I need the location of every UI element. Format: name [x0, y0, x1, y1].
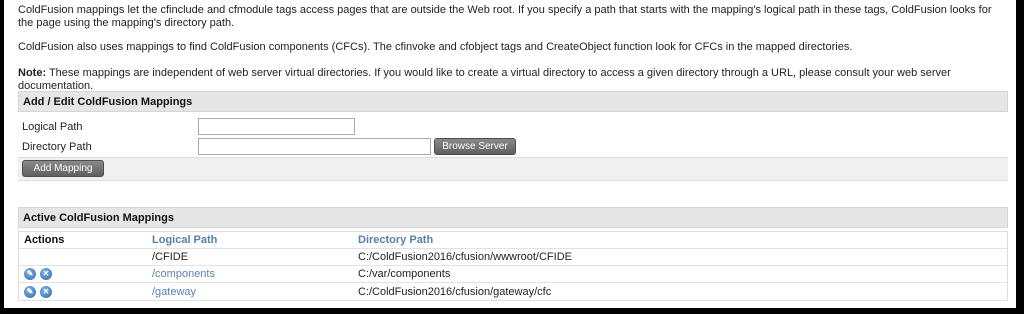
directory-path-column-header: Directory Path	[358, 234, 434, 246]
row-directory-path: C:/ColdFusion2016/cfusion/gateway/cfc	[358, 285, 552, 298]
row-directory-path: C:/var/components	[358, 268, 451, 280]
delete-icon[interactable]: ✕	[40, 268, 52, 280]
intro-paragraph-2: ColdFusion also uses mappings to find Co…	[18, 41, 853, 53]
row-logical-path-link[interactable]: /gateway	[148, 286, 354, 298]
browse-server-button[interactable]: Browse Server	[434, 138, 516, 155]
intro-paragraph-1: ColdFusion mappings let the cfinclude an…	[18, 4, 992, 29]
row-directory-path: C:/ColdFusion2016/cfusion/wwwroot/CFIDE	[358, 251, 572, 263]
logical-path-input[interactable]	[198, 118, 355, 135]
active-mappings-section-header: Active ColdFusion Mappings	[18, 207, 1008, 228]
actions-column-header: Actions	[24, 234, 65, 246]
form-actions-bar	[18, 157, 1008, 181]
table-row: ✎ ✕ /components C:/var/components	[19, 266, 1007, 283]
table-row: /CFIDE C:/ColdFusion2016/cfusion/wwwroot…	[19, 249, 1007, 266]
row-actions: ✎ ✕	[19, 285, 148, 298]
row-logical-path-link[interactable]: /components	[148, 268, 354, 280]
mappings-page: ColdFusion mappings let the cfinclude an…	[4, 0, 1016, 308]
note-text: These mappings are independent of web se…	[18, 67, 951, 92]
row-actions: ✎ ✕	[19, 268, 148, 280]
pencil-icon[interactable]: ✎	[24, 268, 36, 280]
pencil-icon[interactable]: ✎	[24, 285, 36, 298]
logical-path-label: Logical Path	[22, 121, 83, 133]
mappings-table: Actions Logical Path Directory Path /CFI…	[18, 231, 1008, 301]
intro-note: Note: These mappings are independent of …	[18, 67, 1008, 93]
add-edit-section-header: Add / Edit ColdFusion Mappings	[18, 91, 1008, 112]
delete-icon[interactable]: ✕	[40, 285, 52, 298]
note-label: Note:	[18, 67, 47, 79]
table-row: ✎ ✕ /gateway C:/ColdFusion2016/cfusion/g…	[19, 283, 1007, 300]
row-logical-path: /CFIDE	[152, 251, 189, 263]
directory-path-label: Directory Path	[22, 141, 92, 153]
table-header-row: Actions Logical Path Directory Path	[19, 232, 1007, 249]
add-mapping-button[interactable]: Add Mapping	[22, 160, 104, 177]
directory-path-input[interactable]	[198, 138, 431, 155]
logical-path-column-header: Logical Path	[152, 234, 218, 246]
